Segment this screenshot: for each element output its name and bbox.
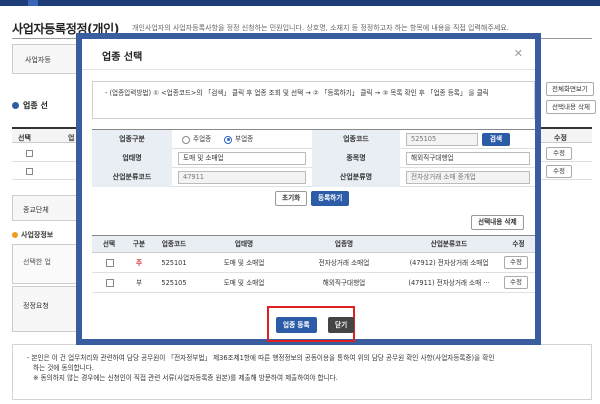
code-field[interactable]: 525105	[406, 133, 478, 146]
bg-section-title: 사업장정보	[12, 230, 53, 240]
reset-button[interactable]: 초기화	[275, 191, 308, 206]
bg-edit-button[interactable]: 수정	[546, 147, 572, 160]
submit-business-type-button[interactable]: 업종 등록	[276, 317, 317, 333]
guide-text: - (업종입력방법) ① <업종코드>의 「검색」 클릭 후 업종 조회 및 선…	[105, 89, 489, 97]
bg-delete-selected-button[interactable]: 선택내용 삭제	[546, 100, 596, 114]
bullet-icon	[12, 232, 18, 238]
delete-selected-button[interactable]: 선택내용 삭제	[471, 215, 524, 230]
consent-notice: - 본인은 이 건 업무처리와 관련하여 담당 공무원이 「전자정부법」 제36…	[12, 344, 592, 400]
industry-name-field: 전자상거래 소매 중개업	[406, 171, 530, 184]
industry-name-label: 산업분류명	[312, 168, 400, 187]
industry-code-field: 47911	[178, 171, 306, 184]
business-label: 업태명	[92, 149, 172, 168]
divider	[82, 69, 535, 70]
item-label: 종목명	[312, 149, 400, 168]
close-icon[interactable]: ✕	[514, 47, 523, 60]
form-row: 업태명 도매 및 소매업 종목명 해외직구대행업	[92, 149, 535, 168]
industry-code-label: 산업분류코드	[92, 168, 172, 187]
bg-section-title: 업종 선	[12, 100, 48, 111]
table-row: 부 525105 도매 및 소매업 해외직구대행업 (47911) 전자상거래 …	[92, 273, 535, 293]
home-icon[interactable]	[28, 0, 38, 6]
register-button[interactable]: 등록하기	[311, 191, 350, 206]
business-field[interactable]: 도매 및 소매업	[178, 152, 306, 165]
search-button[interactable]: 검색	[482, 133, 510, 146]
code-label: 업종코드	[312, 130, 400, 149]
edit-button[interactable]: 수정	[504, 276, 528, 289]
row-checkbox[interactable]	[106, 259, 114, 267]
radio-sub-type[interactable]: 부업종	[224, 134, 253, 145]
preview-button[interactable]: 전체화면보기	[546, 82, 594, 96]
table-row: 주 525101 도매 및 소매업 전자상거래 소매업 (47912) 전자상거…	[92, 253, 535, 273]
top-nav-bar	[0, 0, 600, 6]
bullet-icon	[12, 102, 19, 109]
modal-header: 업종 선택 ✕	[82, 39, 535, 67]
edit-button[interactable]: 수정	[504, 256, 528, 269]
item-field[interactable]: 해외직구대행업	[406, 152, 530, 165]
type-label: 업종구분	[92, 130, 172, 149]
form-row: 업종구분 주업종 부업종 업종코드 525105 검색	[92, 130, 535, 149]
form-row: 산업분류코드 47911 산업분류명 전자상거래 소매 중개업	[92, 168, 535, 187]
bg-edit-button[interactable]: 수정	[546, 165, 572, 178]
business-type-table: 선택 구분 업종코드 업태명 업종명 산업분류코드 수정 주 525101 도매…	[92, 235, 535, 293]
business-type-form: 업종구분 주업종 부업종 업종코드 525105 검색 업태명 도매 및 소매업…	[92, 129, 535, 187]
row-checkbox[interactable]	[106, 279, 114, 287]
modal-title: 업종 선택	[102, 52, 143, 63]
bg-row-checkbox[interactable]	[26, 150, 33, 157]
table-header: 선택 구분 업종코드 업태명 업종명 산업분류코드 수정	[92, 236, 535, 253]
radio-main-type[interactable]: 주업종	[182, 134, 211, 145]
radio-icon	[182, 135, 190, 144]
guide-box: - (업종입력방법) ① <업종코드>의 「검색」 클릭 후 업종 조회 및 선…	[92, 81, 535, 119]
page-description: 개인사업자의 사업자등록사항을 정정 신청하는 민원입니다. 상호명, 소재지 …	[132, 24, 509, 32]
radio-selected-icon	[224, 135, 232, 144]
business-type-modal: 업종 선택 ✕ - (업종입력방법) ① <업종코드>의 「검색」 클릭 후 업…	[76, 33, 541, 345]
close-button[interactable]: 닫기	[328, 317, 355, 333]
bg-row-checkbox[interactable]	[26, 168, 33, 175]
